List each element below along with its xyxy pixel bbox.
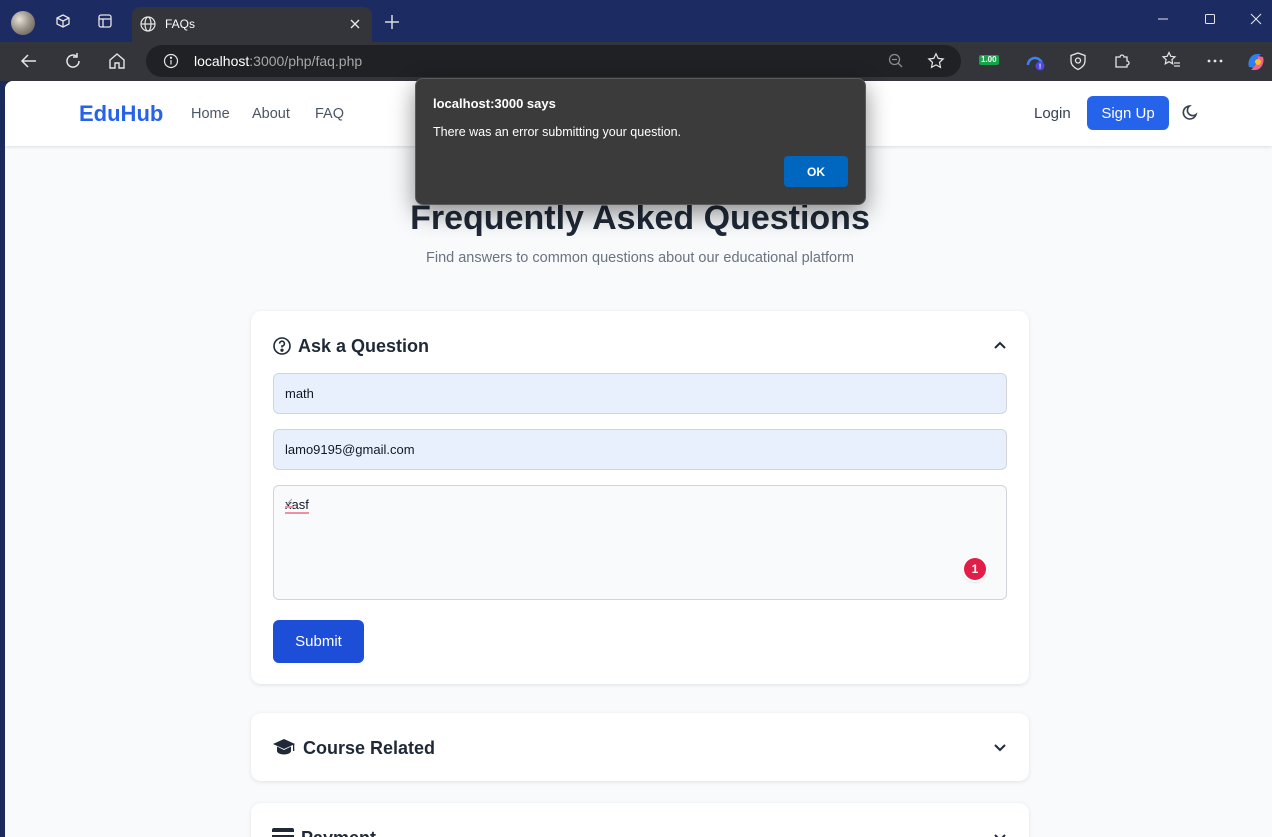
close-window-icon[interactable] (1249, 12, 1263, 26)
more-options-icon[interactable] (1205, 51, 1225, 71)
url-text: localhost:3000/php/faq.php (194, 53, 362, 69)
name-field-value: math (285, 386, 314, 401)
tab-faqs[interactable]: FAQs (132, 7, 372, 42)
url-host: localhost (194, 53, 250, 69)
section-title: Course Related (303, 738, 436, 758)
url-path: :3000/php/faq.php (249, 53, 363, 69)
login-link[interactable]: Login (1034, 105, 1071, 122)
alert-dialog: localhost:3000 says There was an error s… (415, 78, 866, 205)
email-field-value: lamo9195@gmail.com (285, 442, 415, 457)
page-subtitle: Find answers to common questions about o… (426, 250, 854, 266)
nav-about[interactable]: About (252, 106, 290, 122)
dialog-message: There was an error submitting your quest… (433, 125, 682, 139)
site-info-icon[interactable] (163, 53, 179, 69)
back-icon[interactable] (19, 51, 39, 71)
graduation-cap-icon (272, 738, 296, 756)
ok-button[interactable]: OK (784, 156, 848, 187)
grammar-check-badge[interactable]: 1 (964, 558, 986, 580)
favorites-list-icon[interactable] (1161, 51, 1181, 69)
nav-home[interactable]: Home (191, 106, 230, 122)
zoom-out-icon[interactable] (887, 52, 905, 70)
question-textarea[interactable]: xasf 1 (273, 485, 1007, 600)
question-circle-icon (272, 336, 292, 356)
home-icon[interactable] (107, 51, 127, 71)
tab-actions-icon[interactable] (95, 11, 115, 31)
workspaces-icon[interactable] (53, 11, 73, 31)
profile-avatar[interactable] (11, 11, 35, 35)
new-tab-icon[interactable] (384, 14, 400, 30)
faq-section-payment[interactable]: Payment (251, 803, 1029, 837)
chevron-down-icon[interactable] (992, 739, 1008, 755)
section-title: Payment (301, 828, 376, 837)
email-field[interactable]: lamo9195@gmail.com (273, 429, 1007, 470)
moon-icon[interactable] (1182, 103, 1200, 121)
globe-icon (139, 15, 157, 33)
refresh-icon[interactable] (63, 51, 83, 71)
copilot-icon[interactable] (1245, 51, 1267, 73)
close-tab-icon[interactable] (348, 17, 362, 31)
performance-extension-icon[interactable]: ! (1025, 51, 1045, 71)
faq-section-course-related[interactable]: Course Related (251, 713, 1029, 781)
chevron-down-icon[interactable] (992, 829, 1008, 837)
dialog-title: localhost:3000 says (433, 96, 556, 111)
svg-text:!: ! (1039, 64, 1041, 71)
maximize-icon[interactable] (1203, 12, 1217, 26)
extensions-puzzle-icon[interactable] (1113, 51, 1131, 69)
credit-card-icon (272, 828, 294, 837)
browser-toolbar: localhost:3000/php/faq.php ! (0, 42, 1272, 81)
signup-button[interactable]: Sign Up (1087, 96, 1169, 130)
name-field[interactable]: math (273, 373, 1007, 414)
shield-extension-icon[interactable] (1069, 51, 1087, 71)
favorite-star-icon[interactable] (927, 52, 945, 70)
ask-question-title[interactable]: Ask a Question (298, 336, 429, 357)
nav-faq[interactable]: FAQ (315, 106, 344, 122)
speed-extension-badge: 1.00 (979, 55, 999, 65)
resize-grip-icon[interactable] (285, 498, 293, 508)
tab-bar: FAQs (0, 0, 1272, 42)
submit-button[interactable]: Submit (273, 620, 364, 663)
site-logo[interactable]: EduHub (79, 101, 163, 127)
minimize-icon[interactable] (1156, 12, 1170, 26)
ask-question-card: Ask a Question math lamo9195@gmail.com x… (251, 311, 1029, 684)
chevron-up-icon[interactable] (992, 337, 1008, 353)
tab-title: FAQs (165, 17, 196, 31)
address-bar[interactable]: localhost:3000/php/faq.php (146, 45, 961, 77)
